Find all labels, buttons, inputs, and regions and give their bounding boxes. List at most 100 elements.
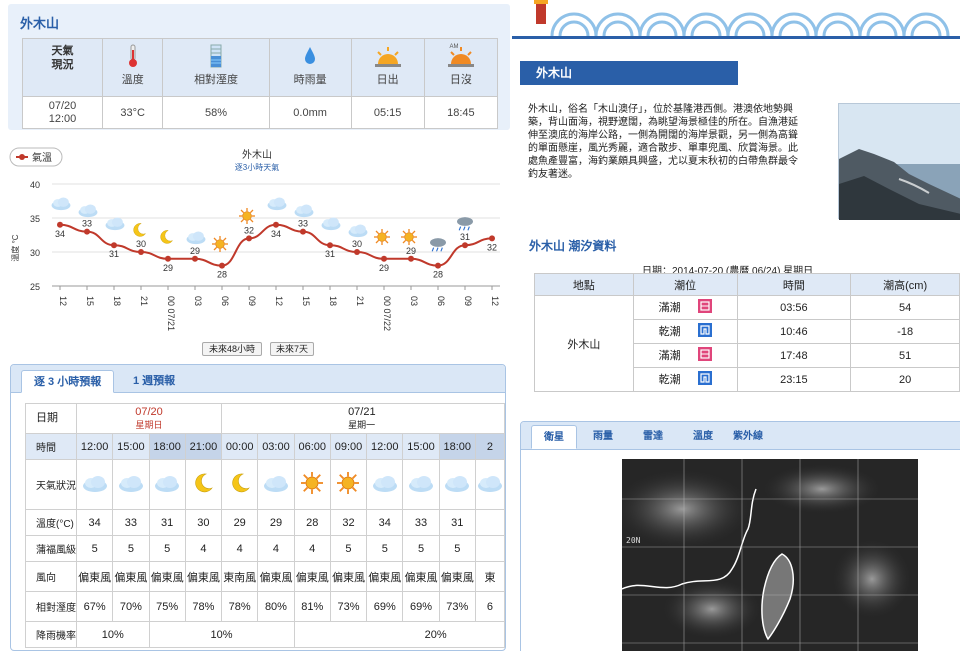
- tide-height: -18: [850, 319, 960, 344]
- sunrise-icon: AM: [352, 44, 459, 68]
- x-tick-label: 15: [301, 296, 311, 306]
- btn-next-7d[interactable]: 未來7天: [270, 342, 314, 356]
- sunset-icon: PM: [425, 44, 497, 68]
- time-cell: 2: [474, 433, 505, 460]
- tab-3-hour[interactable]: 逐 3 小時預報: [21, 370, 115, 393]
- rain-value: 0.0mm: [268, 96, 352, 129]
- thermometer-icon: [103, 44, 162, 68]
- cloud-icon: [348, 224, 368, 238]
- x-tick-label: 18: [328, 296, 338, 306]
- tide-header-location: 地點: [534, 273, 634, 296]
- y-tick-label: 35: [30, 214, 40, 224]
- map-tab[interactable]: 雨量: [581, 425, 625, 449]
- weather-cell: [257, 459, 295, 510]
- moon-icon: [133, 223, 147, 237]
- cloud-icon: [321, 217, 341, 231]
- temp-data-label: 34: [55, 229, 65, 239]
- time-cell: 12:00: [366, 433, 404, 460]
- tide-height: 54: [850, 295, 960, 320]
- map-tab[interactable]: 紫外線: [721, 425, 775, 449]
- beaufort-cell: 5: [402, 535, 440, 562]
- sun-icon: [337, 472, 360, 497]
- beaufort-cell: 5: [148, 535, 186, 562]
- y-tick-label: 40: [30, 180, 40, 190]
- temp-point[interactable]: [381, 255, 387, 262]
- wind-cell: 偏東風: [257, 561, 295, 592]
- weather-cell: [366, 459, 404, 510]
- map-tab[interactable]: 雷達: [631, 425, 675, 449]
- humidity-header-label: 相對溼度: [194, 74, 239, 86]
- time-cell: 21:00: [184, 433, 223, 460]
- station-title: 外木山: [20, 16, 60, 31]
- weather-cell: [148, 459, 186, 510]
- humidity-cell: 6: [474, 591, 505, 622]
- time-cell: 09:00: [329, 433, 368, 460]
- tide-label: 滿潮: [658, 349, 681, 362]
- temp-point[interactable]: [219, 262, 225, 269]
- y-tick-label: 25: [30, 282, 40, 292]
- intro-text: 外木山，俗名「木山澳仔」，位於基隆港西側。港澳依地勢興築，背山面海，視野遼闊，為…: [528, 104, 798, 180]
- temp-point[interactable]: [462, 242, 468, 249]
- sun-icon: [401, 228, 417, 245]
- x-tick-label: 12: [58, 296, 68, 306]
- temp-point[interactable]: [192, 255, 198, 262]
- lat-label: 20N: [626, 536, 641, 545]
- chart-legend[interactable]: 氣溫: [9, 147, 63, 167]
- low-tide-icon: [697, 371, 712, 388]
- weather-cell: [221, 459, 259, 510]
- map-tab[interactable]: 衛星: [531, 425, 577, 449]
- temp-data-label: 31: [109, 249, 119, 259]
- temp-point[interactable]: [84, 228, 90, 235]
- rain-icon: [457, 217, 473, 231]
- forecast-panel: 逐 3 小時預報 1 週預報 日期 07/20 星期日 07/21 星期一 時間 12…: [10, 364, 506, 651]
- cloud-icon: [78, 204, 98, 217]
- x-tick-label: 00 07/22: [382, 296, 392, 331]
- left-column: 外木山 天氣 現況 溫度 相對溼度 時雨量 AM 日出 日沒 07/20 12:…: [0, 0, 512, 651]
- cloud-icon: [51, 197, 71, 210]
- temp-point[interactable]: [489, 235, 495, 242]
- tide-location: 外木山: [534, 295, 634, 392]
- temp-point[interactable]: [408, 255, 414, 262]
- temp-point[interactable]: [246, 235, 252, 242]
- temp-data-label: 29: [163, 263, 173, 273]
- temp-data-label: 34: [271, 229, 281, 239]
- temp-point[interactable]: [273, 221, 279, 228]
- wind-cell: 偏東風: [366, 561, 404, 592]
- cloud-icon: [81, 476, 109, 497]
- current-conditions-table: 天氣 現況 溫度 相對溼度 時雨量 AM 日出 日沒 07/20 12:00 3…: [22, 38, 499, 129]
- sunrise-header-label: 日出: [376, 74, 399, 86]
- humidity-cell: 70%: [112, 591, 150, 622]
- temp-point[interactable]: [138, 249, 144, 255]
- weather-cell: [293, 459, 331, 510]
- map-tabs: 衛星 雨量 雷達 溫度 紫外線: [521, 422, 960, 450]
- humidity-cell: 69%: [402, 591, 440, 622]
- time-cell: 15:00: [112, 433, 150, 460]
- sunrise-value: 05:15: [350, 96, 425, 129]
- pop-cell: 10%: [148, 621, 295, 648]
- beaufort-cell: 4: [257, 535, 295, 562]
- weather-cell: [75, 459, 114, 510]
- moon-icon: [229, 473, 251, 497]
- x-tick-label: 06: [220, 296, 230, 306]
- beaufort-cell: 5: [438, 535, 476, 562]
- tide-table: 地點 潮位 時間 潮高(cm) 外木山 滿潮 03:56 54 乾潮 10:46 -18…: [534, 273, 960, 392]
- row-label-pop: 降雨機率: [25, 621, 77, 648]
- temp-point[interactable]: [300, 228, 306, 235]
- map-panel: 衛星 雨量 雷達 溫度 紫外線 20N: [520, 421, 960, 651]
- tide-type: 乾潮: [632, 367, 738, 392]
- temp-point[interactable]: [165, 255, 171, 262]
- map-tab[interactable]: 溫度: [681, 425, 725, 449]
- tab-1-week[interactable]: 1 週預報: [121, 370, 187, 393]
- temp-data-label: 31: [325, 249, 335, 259]
- tide-type: 滿潮: [632, 295, 738, 320]
- temp-point[interactable]: [435, 262, 441, 269]
- temp-point[interactable]: [111, 242, 117, 249]
- temp-header: 溫度: [101, 38, 164, 97]
- temp-point[interactable]: [327, 242, 333, 249]
- temp-point[interactable]: [57, 221, 63, 228]
- btn-next-48h[interactable]: 未來48小時: [202, 342, 262, 356]
- pop-cell: 20%: [293, 621, 505, 648]
- temp-point[interactable]: [354, 249, 360, 255]
- tide-time: 03:56: [736, 295, 852, 320]
- time-cell: 06:00: [293, 433, 331, 460]
